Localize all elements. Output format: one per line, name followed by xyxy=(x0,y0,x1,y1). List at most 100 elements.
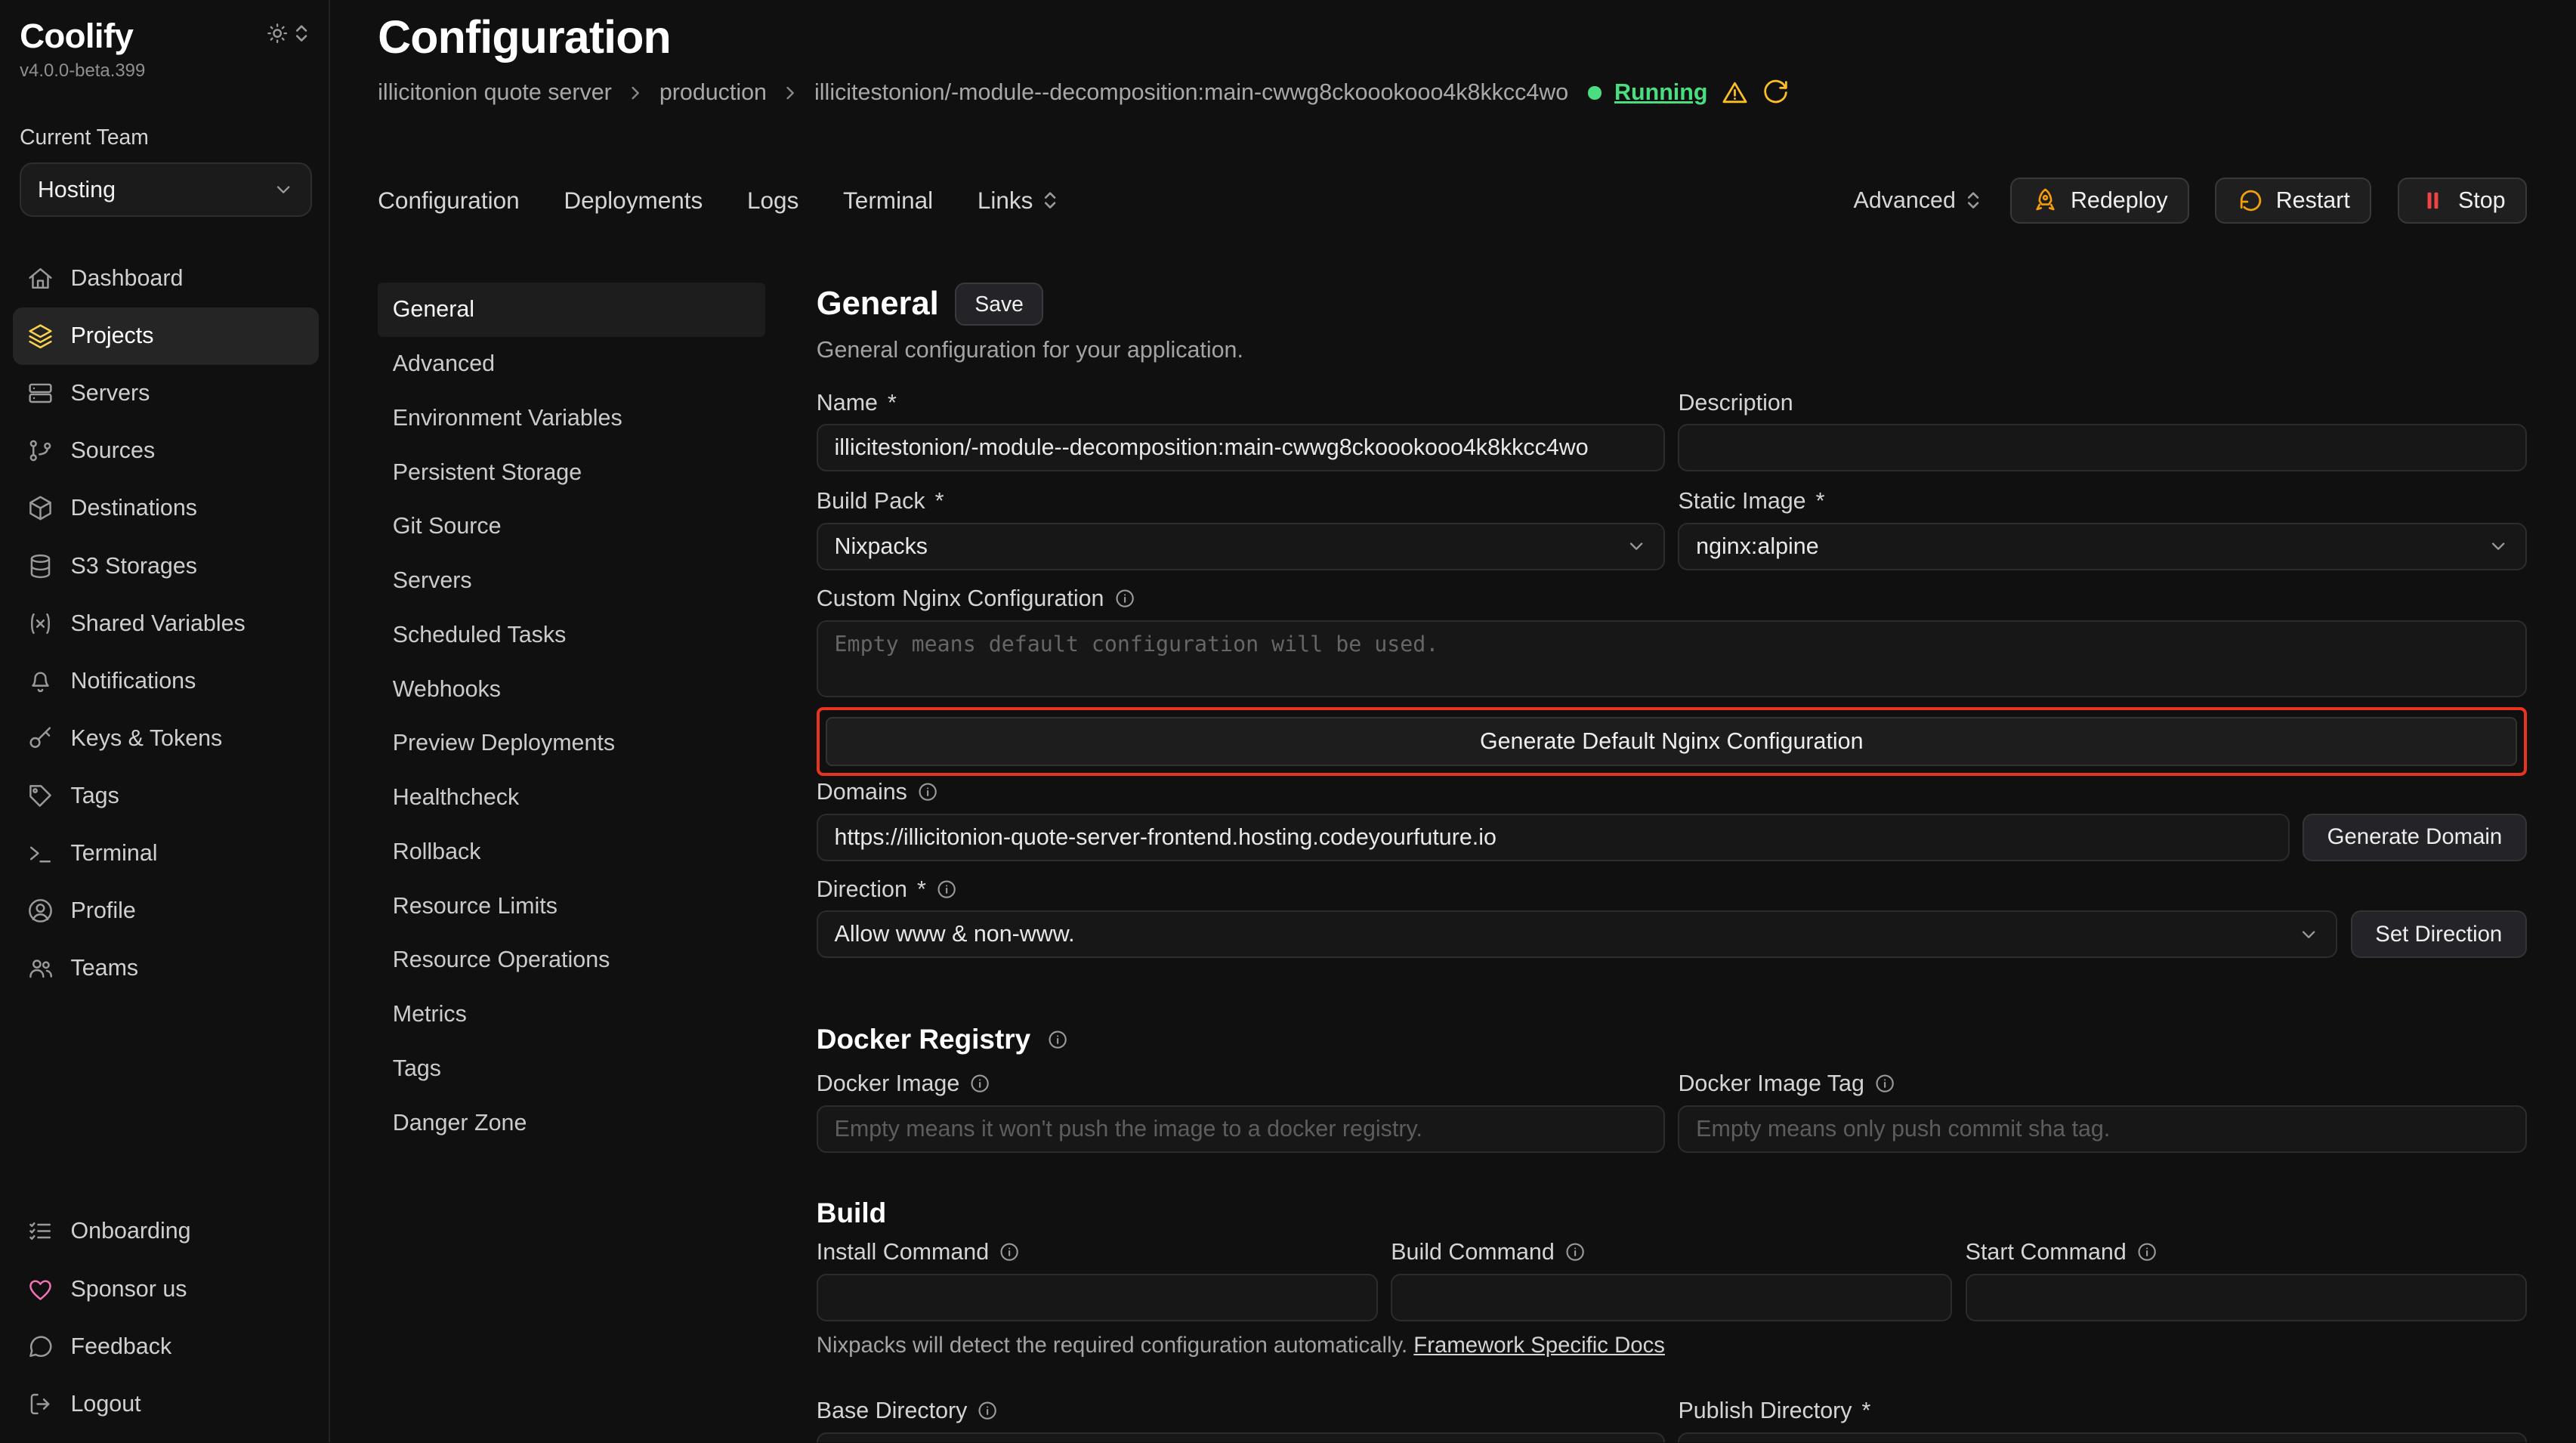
static-image-value: nginx:alpine xyxy=(1696,533,1818,560)
sidebar-item-logout[interactable]: Logout xyxy=(13,1375,319,1432)
status-dot xyxy=(1588,86,1601,99)
sidebar-item-label: Dashboard xyxy=(71,265,184,292)
nixpacks-note-text: Nixpacks will detect the required config… xyxy=(817,1333,1407,1358)
sidebar-item-servers[interactable]: Servers xyxy=(13,365,319,422)
docker-image-label: Docker Image xyxy=(817,1071,959,1097)
advanced-menu[interactable]: Advanced xyxy=(1854,187,1984,214)
info-icon xyxy=(1874,1073,1895,1094)
redeploy-button[interactable]: Redeploy xyxy=(2010,178,2189,224)
toolbar: Configuration Deployments Logs Terminal … xyxy=(378,178,2527,224)
publish-directory-input[interactable] xyxy=(1678,1432,2526,1443)
description-input[interactable] xyxy=(1678,424,2526,471)
docker-image-input[interactable] xyxy=(817,1105,1665,1153)
domains-input[interactable] xyxy=(817,814,2290,861)
app-root: Coolify v4.0.0-beta.399 Current Team Hos… xyxy=(0,0,2576,1442)
tab-logs[interactable]: Logs xyxy=(747,187,798,215)
sidebar-item-sponsor[interactable]: Sponsor us xyxy=(13,1260,319,1318)
tag-icon xyxy=(26,782,54,810)
breadcrumb-resource[interactable]: illicitestonion/-module--decomposition:m… xyxy=(814,79,1568,106)
tab-terminal[interactable]: Terminal xyxy=(843,187,933,215)
build-command-input[interactable] xyxy=(1391,1274,1952,1321)
base-directory-input[interactable] xyxy=(817,1432,1665,1443)
sidebar-item-feedback[interactable]: Feedback xyxy=(13,1318,319,1375)
theme-switcher[interactable] xyxy=(267,23,313,44)
subnav-git-source[interactable]: Git Source xyxy=(378,499,765,554)
sidebar-item-notifications[interactable]: Notifications xyxy=(13,652,319,709)
breadcrumb-environment[interactable]: production xyxy=(659,79,767,106)
configuration-content: General Advanced Environment Variables P… xyxy=(378,283,2527,1442)
warning-triangle-icon[interactable] xyxy=(1721,79,1749,107)
build-pack-value: Nixpacks xyxy=(835,533,928,560)
restart-button[interactable]: Restart xyxy=(2215,178,2371,224)
subnav-general[interactable]: General xyxy=(378,283,765,337)
subnav-metrics[interactable]: Metrics xyxy=(378,987,765,1042)
subnav-tags[interactable]: Tags xyxy=(378,1042,765,1096)
subnav-resource-limits[interactable]: Resource Limits xyxy=(378,879,765,933)
sidebar-item-label: Teams xyxy=(71,955,139,981)
brand-row: Coolify xyxy=(20,17,312,56)
refresh-icon[interactable] xyxy=(1762,79,1790,107)
generate-domain-button[interactable]: Generate Domain xyxy=(2303,814,2527,861)
info-icon xyxy=(977,1400,998,1421)
subnav-rollback[interactable]: Rollback xyxy=(378,825,765,879)
subnav-environment-variables[interactable]: Environment Variables xyxy=(378,391,765,446)
direction-select[interactable]: Allow www & non-www. xyxy=(817,910,2338,958)
start-command-input[interactable] xyxy=(1966,1274,2527,1321)
nginx-config-field-group: Custom Nginx Configuration xyxy=(817,586,2527,704)
tab-deployments[interactable]: Deployments xyxy=(564,187,703,215)
toolbar-actions: Advanced Redeploy Restart Stop xyxy=(1854,178,2527,224)
install-command-input[interactable] xyxy=(817,1274,1378,1321)
required-marker: * xyxy=(935,488,944,514)
user-icon xyxy=(26,897,54,925)
subnav-servers[interactable]: Servers xyxy=(378,554,765,608)
sidebar-item-onboarding[interactable]: Onboarding xyxy=(13,1203,319,1260)
sidebar-item-label: S3 Storages xyxy=(71,553,198,579)
chevrons-up-down-icon xyxy=(1039,190,1061,211)
nginx-config-textarea[interactable] xyxy=(817,620,2527,697)
chevrons-up-down-icon xyxy=(291,23,312,44)
subnav-webhooks[interactable]: Webhooks xyxy=(378,662,765,716)
subnav-healthcheck[interactable]: Healthcheck xyxy=(378,771,765,825)
subnav-danger-zone[interactable]: Danger Zone xyxy=(378,1095,765,1150)
subnav-scheduled-tasks[interactable]: Scheduled Tasks xyxy=(378,608,765,663)
subnav-persistent-storage[interactable]: Persistent Storage xyxy=(378,445,765,499)
docker-image-tag-input[interactable] xyxy=(1678,1105,2526,1153)
team-select[interactable]: Hosting xyxy=(20,162,312,217)
name-field-group: Name* xyxy=(817,390,1665,472)
build-pack-select[interactable]: Nixpacks xyxy=(817,523,1665,570)
name-input[interactable] xyxy=(817,424,1665,471)
stop-button[interactable]: Stop xyxy=(2398,178,2527,224)
sidebar-item-projects[interactable]: Projects xyxy=(13,307,319,365)
tab-links-label: Links xyxy=(978,187,1033,215)
tab-links[interactable]: Links xyxy=(978,187,1061,215)
sidebar-item-keys-tokens[interactable]: Keys & Tokens xyxy=(13,709,319,767)
direction-label: Direction xyxy=(817,876,907,903)
sidebar-item-teams[interactable]: Teams xyxy=(13,940,319,997)
breadcrumb-project[interactable]: illicitonion quote server xyxy=(378,79,612,106)
sidebar-item-label: Keys & Tokens xyxy=(71,725,223,752)
chevron-right-icon xyxy=(780,82,801,104)
tab-configuration[interactable]: Configuration xyxy=(378,187,519,215)
build-command-label: Build Command xyxy=(1391,1239,1555,1265)
sidebar-item-sources[interactable]: Sources xyxy=(13,422,319,480)
subnav-advanced[interactable]: Advanced xyxy=(378,337,765,391)
subnav-preview-deployments[interactable]: Preview Deployments xyxy=(378,716,765,771)
sidebar-item-destinations[interactable]: Destinations xyxy=(13,480,319,537)
subnav-resource-operations[interactable]: Resource Operations xyxy=(378,933,765,987)
status-running[interactable]: Running xyxy=(1614,79,1707,106)
advanced-label: Advanced xyxy=(1854,187,1956,214)
chevron-right-icon xyxy=(625,82,646,104)
set-direction-button[interactable]: Set Direction xyxy=(2351,910,2527,958)
sidebar-item-dashboard[interactable]: Dashboard xyxy=(13,249,319,307)
sidebar-item-tags[interactable]: Tags xyxy=(13,767,319,824)
save-button[interactable]: Save xyxy=(955,283,1042,326)
sidebar-item-terminal[interactable]: Terminal xyxy=(13,825,319,882)
sidebar-item-profile[interactable]: Profile xyxy=(13,882,319,940)
sidebar-item-s3-storages[interactable]: S3 Storages xyxy=(13,537,319,595)
bell-icon xyxy=(26,667,54,695)
sidebar-item-shared-variables[interactable]: Shared Variables xyxy=(13,595,319,652)
static-image-select[interactable]: nginx:alpine xyxy=(1678,523,2526,570)
generate-nginx-config-button[interactable]: Generate Default Nginx Configuration xyxy=(826,717,2517,766)
static-image-label: Static Image xyxy=(1678,488,1805,514)
framework-docs-link[interactable]: Framework Specific Docs xyxy=(1413,1333,1665,1358)
